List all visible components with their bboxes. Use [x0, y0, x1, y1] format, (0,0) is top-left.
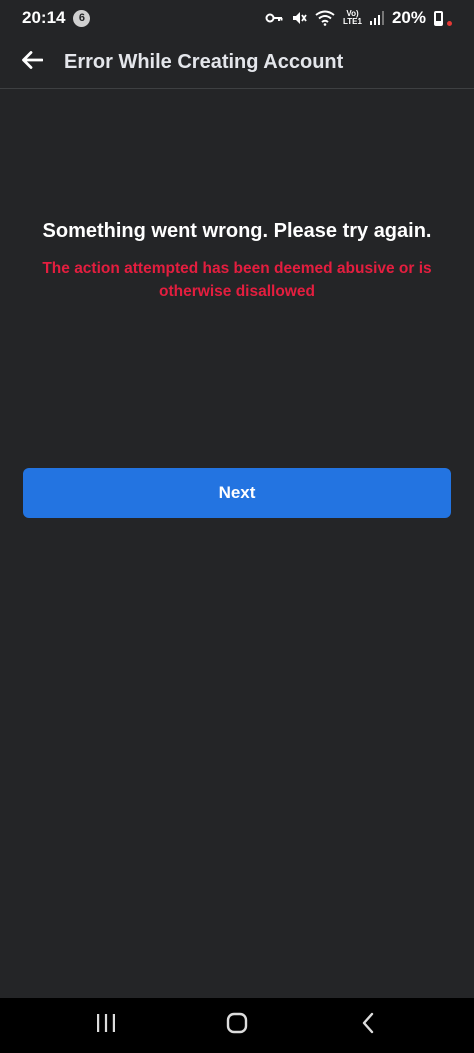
clock: 20:14 [22, 8, 66, 27]
next-button[interactable]: Next [23, 468, 451, 518]
wifi-icon [315, 10, 335, 26]
recent-apps-button[interactable] [76, 998, 136, 1053]
screen: 20:14 6 Vo) LTE1 20% Error While Creatin… [0, 0, 474, 1053]
page-title: Error While Creating Account [64, 50, 344, 73]
status-left: 20:14 6 [22, 8, 91, 28]
notification-badge: 6 [73, 9, 91, 27]
mute-icon [291, 10, 307, 26]
key-icon [265, 12, 283, 24]
battery-icon [434, 10, 443, 26]
system-back-button[interactable] [338, 998, 398, 1053]
error-message-section: Something went wrong. Please try again. … [0, 220, 474, 303]
arrow-left-icon [21, 50, 44, 74]
home-button[interactable] [207, 998, 267, 1053]
back-button[interactable] [0, 36, 64, 89]
status-bar: 20:14 6 Vo) LTE1 20% [0, 0, 474, 36]
recent-apps-icon [96, 1014, 116, 1037]
app-header: Error While Creating Account [0, 36, 474, 89]
network-label-bottom: LTE1 [343, 17, 362, 26]
battery-alert-dot [447, 20, 452, 26]
error-heading: Something went wrong. Please try again. [42, 220, 432, 242]
network-type: Vo) LTE1 [343, 10, 362, 26]
chevron-left-icon [361, 1012, 375, 1039]
error-detail: The action attempted has been deemed abu… [42, 260, 432, 300]
system-nav-bar [0, 998, 474, 1053]
signal-icon [369, 11, 384, 25]
status-right: Vo) LTE1 20% [265, 8, 452, 28]
battery-percent: 20% [391, 8, 426, 27]
home-icon [226, 1012, 248, 1039]
